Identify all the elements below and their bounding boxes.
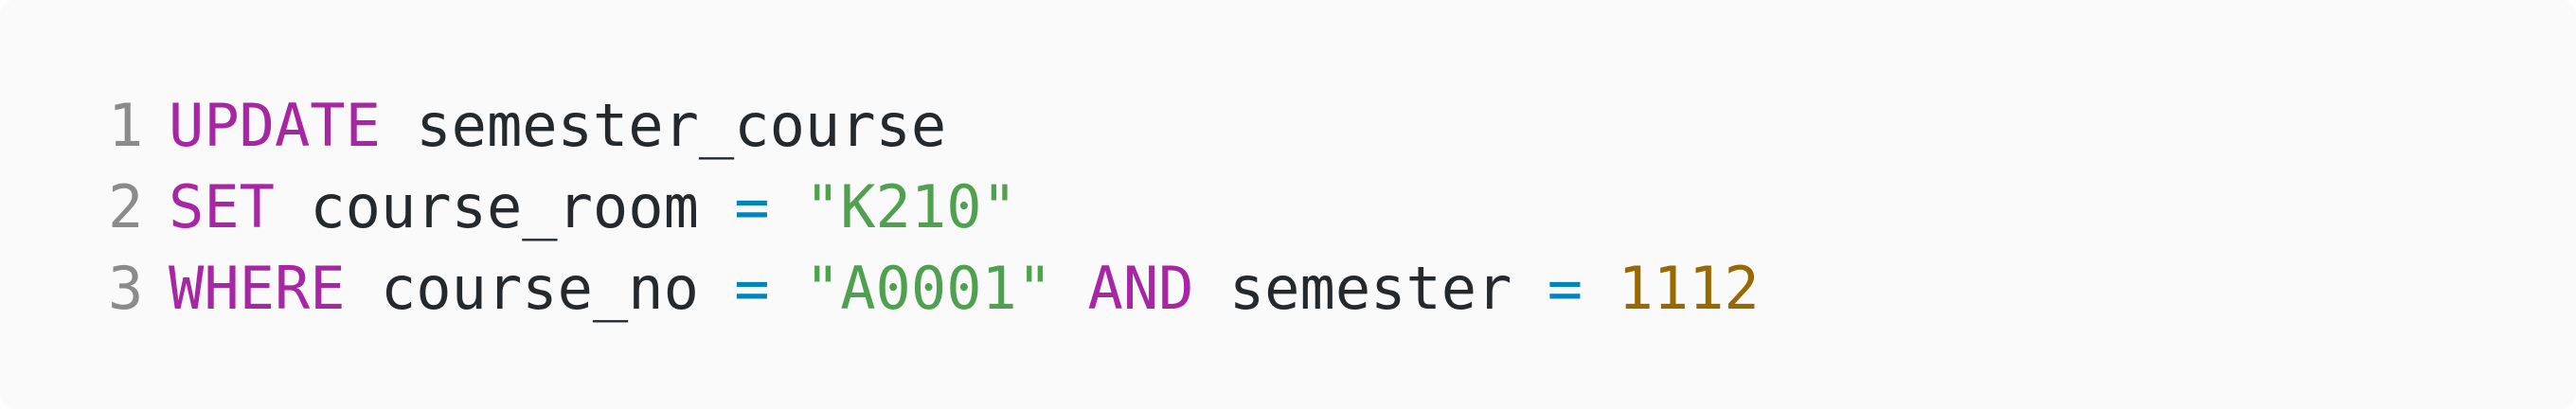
keyword-token: UPDATE	[169, 91, 381, 160]
identifier-token: semester_course	[416, 91, 947, 160]
operator-token: =	[734, 172, 770, 241]
line-number: 1	[108, 91, 144, 160]
keyword-token: SET	[169, 172, 275, 241]
operator-token: =	[1547, 254, 1583, 323]
identifier-token: semester	[1228, 254, 1512, 323]
code-line: 2 SET course_room = "K210"	[108, 167, 1760, 248]
identifier-token: course_no	[380, 254, 699, 323]
line-number: 3	[108, 254, 144, 323]
line-number: 2	[108, 172, 144, 241]
code-block: 1 UPDATE semester_course 2 SET course_room …	[0, 0, 2576, 409]
string-token: "A0001"	[804, 254, 1053, 323]
code-lines: 1 UPDATE semester_course 2 SET course_room …	[108, 85, 1760, 329]
code-line: 3 WHERE course_no = "A0001" AND semester …	[108, 248, 1760, 329]
number-token: 1112	[1618, 254, 1760, 323]
operator-token: =	[734, 254, 770, 323]
keyword-token: AND	[1087, 254, 1194, 323]
string-token: "K210"	[804, 172, 1017, 241]
identifier-token: course_room	[310, 172, 699, 241]
keyword-token: WHERE	[169, 254, 346, 323]
code-line: 1 UPDATE semester_course	[108, 85, 1760, 167]
